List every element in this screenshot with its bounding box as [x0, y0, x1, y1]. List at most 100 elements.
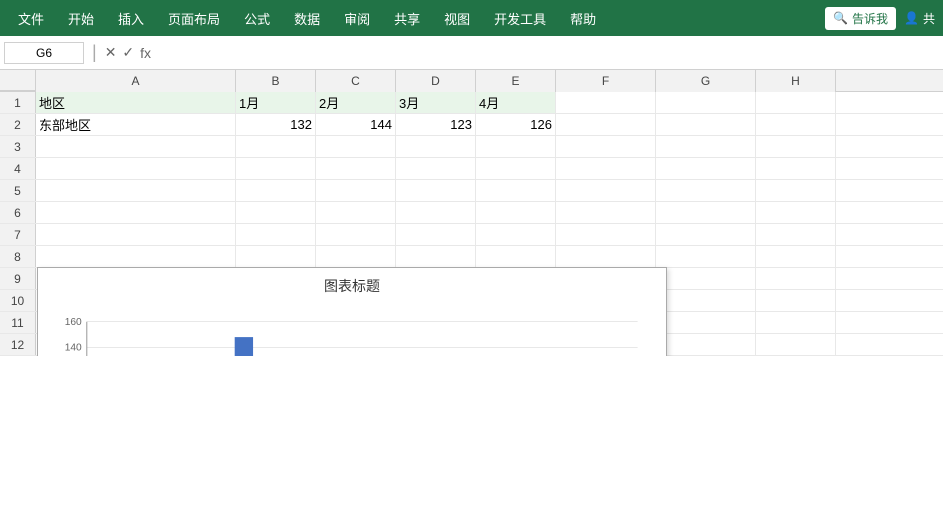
cell-f5[interactable] [556, 180, 656, 201]
fx-icon[interactable]: fx [140, 45, 151, 61]
name-box[interactable]: G6 [4, 42, 84, 64]
cell-a8[interactable] [36, 246, 236, 267]
cell-a2[interactable]: 东部地区 [36, 114, 236, 135]
col-header-b[interactable]: B [236, 70, 316, 92]
cell-d8[interactable] [396, 246, 476, 267]
cell-f8[interactable] [556, 246, 656, 267]
menu-home[interactable]: 开始 [58, 5, 104, 32]
cell-c3[interactable] [316, 136, 396, 157]
menu-help[interactable]: 帮助 [560, 5, 606, 32]
cell-h2[interactable] [756, 114, 836, 135]
col-header-c[interactable]: C [316, 70, 396, 92]
cell-f2[interactable] [556, 114, 656, 135]
cell-f3[interactable] [556, 136, 656, 157]
menu-insert[interactable]: 插入 [108, 5, 154, 32]
cell-e2[interactable]: 126 [476, 114, 556, 135]
cell-b8[interactable] [236, 246, 316, 267]
cell-g5[interactable] [656, 180, 756, 201]
cell-g3[interactable] [656, 136, 756, 157]
cell-g6[interactable] [656, 202, 756, 223]
formula-input[interactable] [155, 42, 939, 64]
cell-g9[interactable] [656, 268, 756, 289]
share-button[interactable]: 👤 共 [904, 10, 935, 27]
cell-g2[interactable] [656, 114, 756, 135]
cell-g8[interactable] [656, 246, 756, 267]
cell-c1[interactable]: 2月 [316, 92, 396, 113]
cell-f1[interactable] [556, 92, 656, 113]
cell-c7[interactable] [316, 224, 396, 245]
cancel-icon[interactable]: ✕ [105, 44, 117, 61]
cell-a3[interactable] [36, 136, 236, 157]
cell-b7[interactable] [236, 224, 316, 245]
cell-h11[interactable] [756, 312, 836, 333]
menu-file[interactable]: 文件 [8, 5, 54, 32]
cell-c5[interactable] [316, 180, 396, 201]
cell-c4[interactable] [316, 158, 396, 179]
col-header-e[interactable]: E [476, 70, 556, 92]
cell-a6[interactable] [36, 202, 236, 223]
cell-d6[interactable] [396, 202, 476, 223]
col-header-f[interactable]: F [556, 70, 656, 92]
cell-c2[interactable]: 144 [316, 114, 396, 135]
cell-h7[interactable] [756, 224, 836, 245]
cell-e6[interactable] [476, 202, 556, 223]
cell-d1[interactable]: 3月 [396, 92, 476, 113]
cell-b5[interactable] [236, 180, 316, 201]
cell-b6[interactable] [236, 202, 316, 223]
svg-text:140: 140 [65, 342, 82, 353]
cell-d2[interactable]: 123 [396, 114, 476, 135]
cell-h3[interactable] [756, 136, 836, 157]
cell-g7[interactable] [656, 224, 756, 245]
cell-a1[interactable]: 地区 [36, 92, 236, 113]
cell-g1[interactable] [656, 92, 756, 113]
cell-b3[interactable] [236, 136, 316, 157]
cell-h5[interactable] [756, 180, 836, 201]
menu-share[interactable]: 共享 [384, 5, 430, 32]
cell-c8[interactable] [316, 246, 396, 267]
cell-e7[interactable] [476, 224, 556, 245]
cell-h4[interactable] [756, 158, 836, 179]
cell-h10[interactable] [756, 290, 836, 311]
cell-b4[interactable] [236, 158, 316, 179]
cell-g11[interactable] [656, 312, 756, 333]
menu-data[interactable]: 数据 [284, 5, 330, 32]
menu-view[interactable]: 视图 [434, 5, 480, 32]
cell-e3[interactable] [476, 136, 556, 157]
col-header-d[interactable]: D [396, 70, 476, 92]
cell-d4[interactable] [396, 158, 476, 179]
menu-review[interactable]: 审阅 [334, 5, 380, 32]
cell-g12[interactable] [656, 334, 756, 355]
confirm-icon[interactable]: ✓ [122, 44, 134, 61]
cell-b1[interactable]: 1月 [236, 92, 316, 113]
menu-page-layout[interactable]: 页面布局 [158, 5, 230, 32]
cell-f6[interactable] [556, 202, 656, 223]
cell-e5[interactable] [476, 180, 556, 201]
menu-formula[interactable]: 公式 [234, 5, 280, 32]
cell-e4[interactable] [476, 158, 556, 179]
cell-g10[interactable] [656, 290, 756, 311]
cell-d7[interactable] [396, 224, 476, 245]
cell-e8[interactable] [476, 246, 556, 267]
cell-a4[interactable] [36, 158, 236, 179]
cell-c6[interactable] [316, 202, 396, 223]
col-header-g[interactable]: G [656, 70, 756, 92]
cell-g4[interactable] [656, 158, 756, 179]
col-header-h[interactable]: H [756, 70, 836, 92]
cell-h6[interactable] [756, 202, 836, 223]
cell-h12[interactable] [756, 334, 836, 355]
col-header-a[interactable]: A [36, 70, 236, 92]
cell-f7[interactable] [556, 224, 656, 245]
cell-d5[interactable] [396, 180, 476, 201]
cell-a7[interactable] [36, 224, 236, 245]
cell-d3[interactable] [396, 136, 476, 157]
cell-a5[interactable] [36, 180, 236, 201]
cell-b2[interactable]: 132 [236, 114, 316, 135]
cell-h9[interactable] [756, 268, 836, 289]
menu-developer[interactable]: 开发工具 [484, 5, 556, 32]
chart-container[interactable]: 图表标题 0 20 40 60 [37, 267, 667, 356]
search-box[interactable]: 🔍 告诉我 [825, 7, 896, 30]
cell-e1[interactable]: 4月 [476, 92, 556, 113]
cell-f4[interactable] [556, 158, 656, 179]
cell-h8[interactable] [756, 246, 836, 267]
cell-h1[interactable] [756, 92, 836, 113]
